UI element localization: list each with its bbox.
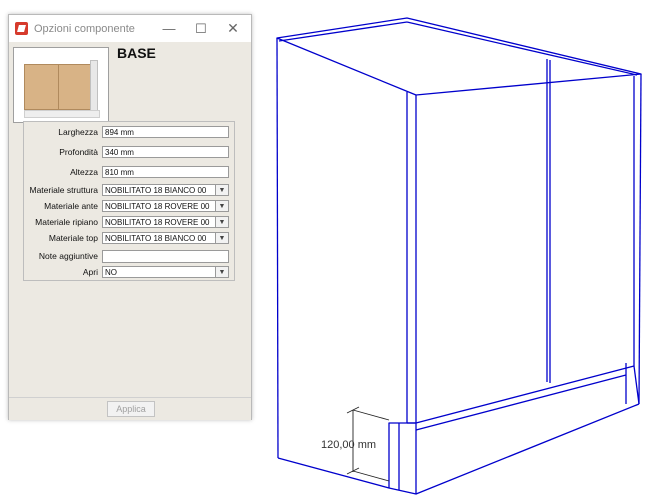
top-inner-edge <box>278 21 408 42</box>
cabinet-lines <box>276 17 642 495</box>
plinth-left-face <box>388 422 417 495</box>
right-edge <box>638 73 642 405</box>
plinth-bottom-edge <box>415 403 640 495</box>
dimension-extension-top <box>352 409 390 421</box>
side-bottom-edge <box>277 457 390 489</box>
cabinet-wireframe-drawing: 120,00 mm <box>276 17 642 495</box>
door-bottom-edge <box>415 365 635 424</box>
plinth-right-edge <box>633 365 640 405</box>
side-left-edge <box>276 37 279 459</box>
dimension-label: 120,00 mm <box>321 439 376 451</box>
top-inner-edge-right <box>406 21 638 76</box>
cabinet-top <box>276 17 642 96</box>
